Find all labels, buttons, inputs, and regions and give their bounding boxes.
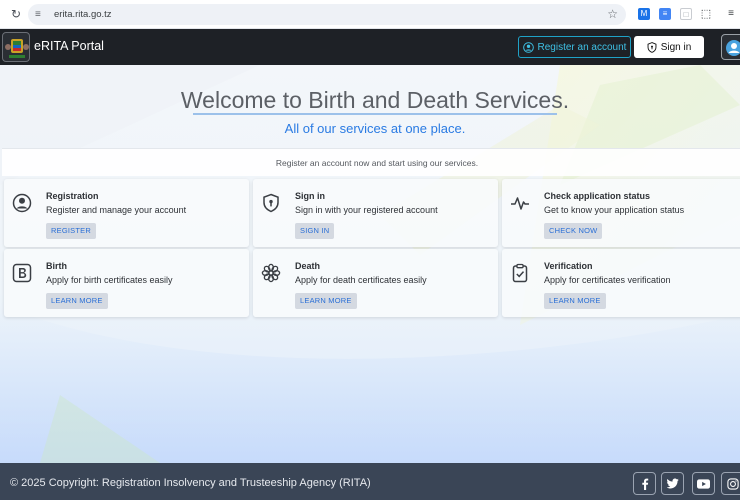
site-footer: © 2025 Copyright: Registration Insolvenc…	[0, 463, 740, 500]
hero-section: Welcome to Birth and Death Services. All…	[0, 65, 740, 463]
card-title: Death	[295, 261, 321, 271]
verification-learn-more-button[interactable]: LEARN MORE	[544, 293, 606, 309]
gmail-extension-icon[interactable]: M	[638, 8, 650, 20]
card-description: Sign in with your registered account	[295, 205, 438, 215]
info-strip: Register an account now and start using …	[2, 148, 740, 176]
register-account-button[interactable]: Register an account	[518, 36, 631, 58]
birth-card: Birth Apply for birth certificates easil…	[4, 249, 249, 317]
death-learn-more-button[interactable]: LEARN MORE	[295, 293, 357, 309]
profile-avatar[interactable]	[721, 34, 740, 60]
check-status-button[interactable]: CHECK NOW	[544, 223, 603, 239]
sign-in-button[interactable]: Sign in	[634, 36, 704, 58]
address-bar[interactable]: ≡ erita.rita.go.tz ☆	[28, 4, 626, 25]
sign-in-card-button[interactable]: SIGN IN	[295, 223, 335, 239]
docs-extension-icon[interactable]: ≡	[659, 8, 671, 20]
activity-pulse-icon	[511, 197, 529, 210]
card-description: Get to know your application status	[544, 205, 685, 215]
card-description: Apply for birth certificates easily	[46, 275, 173, 285]
shield-lock-icon	[263, 193, 279, 213]
coat-of-arms-logo[interactable]	[2, 32, 30, 62]
tab-search-icon[interactable]: ≡	[722, 8, 740, 20]
instagram-icon[interactable]	[721, 472, 740, 495]
document-extension-icon[interactable]: □	[680, 8, 692, 20]
browser-toolbar: ↻ ≡ erita.rita.go.tz ☆ M ≡ □ ⬚ ≡	[0, 0, 740, 29]
card-title: Birth	[46, 261, 67, 271]
card-title: Check application status	[544, 191, 651, 201]
facebook-icon[interactable]	[633, 472, 656, 495]
register-button-label: Register an account	[537, 41, 627, 53]
copyright-text: © 2025 Copyright: Registration Insolvenc…	[10, 477, 371, 489]
page-title: Welcome to Birth and Death Services.	[180, 87, 570, 113]
card-title: Sign in	[295, 191, 325, 201]
sign-in-button-label: Sign in	[660, 41, 692, 53]
extensions-puzzle-icon[interactable]: ⬚	[700, 8, 712, 20]
register-prompt: Register an account now and start using …	[275, 158, 479, 168]
card-title: Registration	[46, 191, 99, 201]
user-circle-icon	[12, 193, 32, 213]
card-title: Verification	[544, 261, 593, 271]
url-text: erita.rita.go.tz	[54, 9, 112, 20]
shield-lock-icon	[647, 41, 657, 53]
card-description: Register and manage your account	[46, 205, 187, 215]
verification-card: Verification Apply for certificates veri…	[502, 249, 740, 317]
sign-in-card: Sign in Sign in with your registered acc…	[253, 179, 498, 247]
site-settings-icon[interactable]: ≡	[35, 9, 49, 20]
title-underline	[193, 113, 557, 115]
page-subtitle: All of our services at one place.	[284, 121, 466, 136]
youtube-icon[interactable]	[692, 472, 715, 495]
flower-icon	[261, 263, 281, 283]
bookmark-star-icon[interactable]: ☆	[607, 7, 618, 21]
brand-name[interactable]: eRITA Portal	[34, 39, 104, 53]
letter-b-icon	[12, 263, 32, 283]
card-description: Apply for death certificates easily	[295, 275, 427, 285]
birth-learn-more-button[interactable]: LEARN MORE	[46, 293, 108, 309]
clipboard-check-icon	[512, 263, 528, 283]
site-navbar: eRITA Portal Register an account Sign in	[0, 29, 740, 65]
user-circle-icon	[522, 41, 534, 53]
registration-card: Registration Register and manage your ac…	[4, 179, 249, 247]
card-description: Apply for certificates verification	[544, 275, 671, 285]
application-status-card: Check application status Get to know you…	[502, 179, 740, 247]
register-card-button[interactable]: REGISTER	[46, 223, 96, 239]
death-card: Death Apply for death certificates easil…	[253, 249, 498, 317]
twitter-icon[interactable]	[661, 472, 684, 495]
reload-icon[interactable]: ↻	[8, 7, 24, 21]
